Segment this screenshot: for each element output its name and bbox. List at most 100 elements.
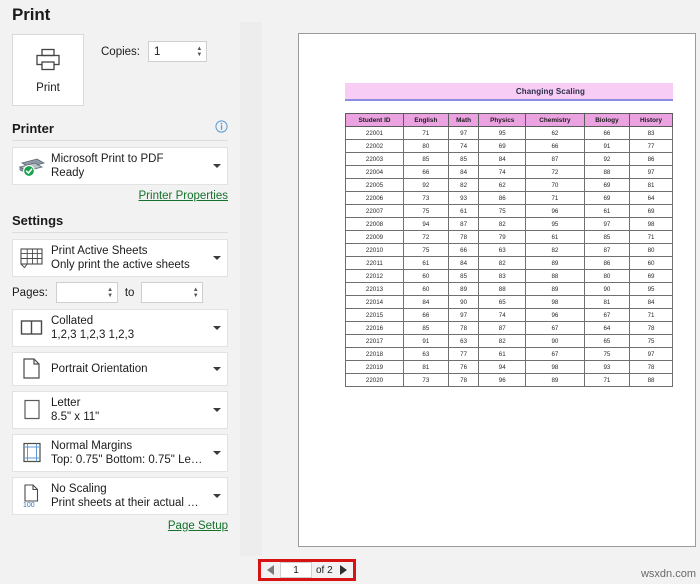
table-cell: 82 — [478, 334, 527, 348]
copies-control: Copies: ▲ ▼ — [101, 41, 207, 62]
chevron-down-icon[interactable] — [207, 164, 227, 168]
chevron-down-icon[interactable] — [207, 451, 227, 455]
table-cell: 66 — [525, 139, 585, 153]
spin-down-icon[interactable]: ▼ — [196, 52, 202, 58]
preview-sheet-page-1: Changing Scaling Student ID English Math Ph… — [298, 33, 696, 547]
table-cell: 66 — [583, 126, 631, 140]
pages-to-spin-arrows[interactable]: ▲ ▼ — [191, 283, 202, 302]
table-cell: 22005 — [345, 178, 404, 192]
table-cell: 88 — [629, 373, 673, 387]
setting-paper-size[interactable]: Letter 8.5" x 11" — [12, 391, 228, 429]
table-cell: 80 — [583, 269, 631, 283]
table-cell: 69 — [478, 139, 527, 153]
pages-to-input[interactable] — [142, 283, 191, 302]
table-cell: 71 — [583, 373, 631, 387]
table-cell: 75 — [629, 334, 673, 348]
paper-size-icon — [13, 392, 51, 428]
chevron-down-icon[interactable] — [207, 367, 227, 371]
print-button[interactable]: Print — [12, 34, 84, 106]
table-cell: 69 — [583, 191, 631, 205]
table-cell: 90 — [525, 334, 585, 348]
table-cell: 71 — [629, 230, 673, 244]
pages-range-row: Pages: ▲ ▼ to ▲ ▼ — [12, 282, 228, 303]
grades-table-body: 22001 71 97 95 62 66 83 22002 80 74 69 66 91 77 22003 8… — [345, 126, 673, 387]
table-cell: 78 — [447, 373, 480, 387]
table-cell: 22017 — [345, 334, 404, 348]
table-cell: 90 — [583, 282, 631, 296]
grades-table-head: Student ID English Math Physics Chemistry Bio… — [345, 113, 673, 127]
pages-to-stepper[interactable]: ▲ ▼ — [141, 282, 204, 303]
table-row: 22017 91 63 82 90 65 75 — [345, 334, 673, 348]
copies-spin-arrows[interactable]: ▲ ▼ — [195, 42, 206, 61]
table-row: 22002 80 74 69 66 91 77 — [345, 139, 673, 153]
table-cell: 98 — [525, 360, 585, 374]
triangle-right-icon — [339, 565, 347, 575]
spin-down-icon[interactable]: ▼ — [107, 293, 113, 299]
setting-margins[interactable]: Normal Margins Top: 0.75" Bottom: 0.75" … — [12, 434, 228, 472]
table-cell: 22001 — [345, 126, 404, 140]
copies-stepper[interactable]: ▲ ▼ — [148, 41, 207, 62]
table-cell: 62 — [525, 126, 585, 140]
pages-from-input[interactable] — [56, 283, 106, 302]
table-cell: 97 — [629, 165, 673, 179]
pages-from-stepper[interactable]: ▲ ▼ — [55, 282, 118, 303]
table-cell: 60 — [403, 282, 449, 296]
grades-table: Student ID English Math Physics Chemistry Bio… — [345, 113, 673, 387]
table-cell: 83 — [478, 269, 527, 283]
table-cell: 71 — [403, 126, 449, 140]
preview-gutter — [240, 0, 262, 584]
chevron-down-icon[interactable] — [207, 256, 227, 260]
printer-select[interactable]: Microsoft Print to PDF Ready — [12, 147, 228, 185]
previous-page-button[interactable] — [263, 565, 278, 575]
table-cell: 71 — [525, 191, 585, 205]
copies-input[interactable] — [149, 42, 195, 61]
grades-table-header-row: Student ID English Math Physics Chemistry Bio… — [345, 113, 673, 127]
table-cell: 94 — [403, 217, 449, 231]
table-cell: 97 — [629, 347, 673, 361]
setting-paper-size-line2: 8.5" x 11" — [51, 411, 100, 423]
table-cell: 22016 — [345, 321, 404, 335]
table-cell: 93 — [583, 360, 631, 374]
setting-print-area[interactable]: Print Active Sheets Only print the activ… — [12, 239, 228, 277]
table-cell: 65 — [478, 295, 527, 309]
watermark-text: wsxdn.com — [640, 568, 696, 580]
printer-properties-link[interactable]: Printer Properties — [12, 190, 228, 202]
table-cell: 95 — [629, 282, 673, 296]
table-row: 22015 66 97 74 96 67 71 — [345, 308, 673, 322]
table-cell: 74 — [447, 139, 480, 153]
chevron-down-icon[interactable] — [207, 326, 227, 330]
table-cell: 69 — [629, 204, 673, 218]
chevron-down-icon[interactable] — [207, 494, 227, 498]
table-row: 22006 73 93 86 71 69 64 — [345, 191, 673, 205]
settings-heading-label: Settings — [12, 213, 64, 228]
table-cell: 78 — [629, 360, 673, 374]
table-cell: 22019 — [345, 360, 404, 374]
setting-collation-line1: Collated — [51, 315, 94, 327]
page-title: Print — [12, 5, 51, 24]
grades-table-col-header: Physics — [478, 113, 527, 127]
chevron-down-icon[interactable] — [207, 408, 227, 412]
table-cell: 60 — [629, 256, 673, 270]
print-button-label: Print — [36, 81, 60, 94]
table-cell: 97 — [583, 217, 631, 231]
info-circle-icon[interactable] — [215, 120, 228, 136]
spin-down-icon[interactable]: ▼ — [193, 293, 199, 299]
setting-orientation[interactable]: Portrait Orientation — [12, 352, 228, 386]
table-cell: 80 — [403, 139, 449, 153]
table-row: 22019 81 76 94 98 93 78 — [345, 360, 673, 374]
setting-margins-line2: Top: 0.75" Bottom: 0.75" Left:... — [51, 454, 203, 466]
next-page-button[interactable] — [336, 565, 351, 575]
table-cell: 61 — [447, 204, 480, 218]
table-cell: 83 — [629, 126, 673, 140]
table-row: 22008 94 87 82 95 97 98 — [345, 217, 673, 231]
table-cell: 84 — [478, 152, 527, 166]
grades-table-col-header: Chemistry — [525, 113, 585, 127]
setting-scaling[interactable]: 100 No Scaling Print sheets at their act… — [12, 477, 228, 515]
current-page-field[interactable] — [280, 562, 312, 578]
current-page-input[interactable] — [281, 563, 311, 577]
pages-from-spin-arrows[interactable]: ▲ ▼ — [105, 283, 116, 302]
setting-print-area-line1: Print Active Sheets — [51, 245, 148, 257]
setting-collation[interactable]: Collated 1,2,3 1,2,3 1,2,3 — [12, 309, 228, 347]
page-setup-link[interactable]: Page Setup — [12, 520, 228, 532]
table-cell: 84 — [447, 256, 480, 270]
